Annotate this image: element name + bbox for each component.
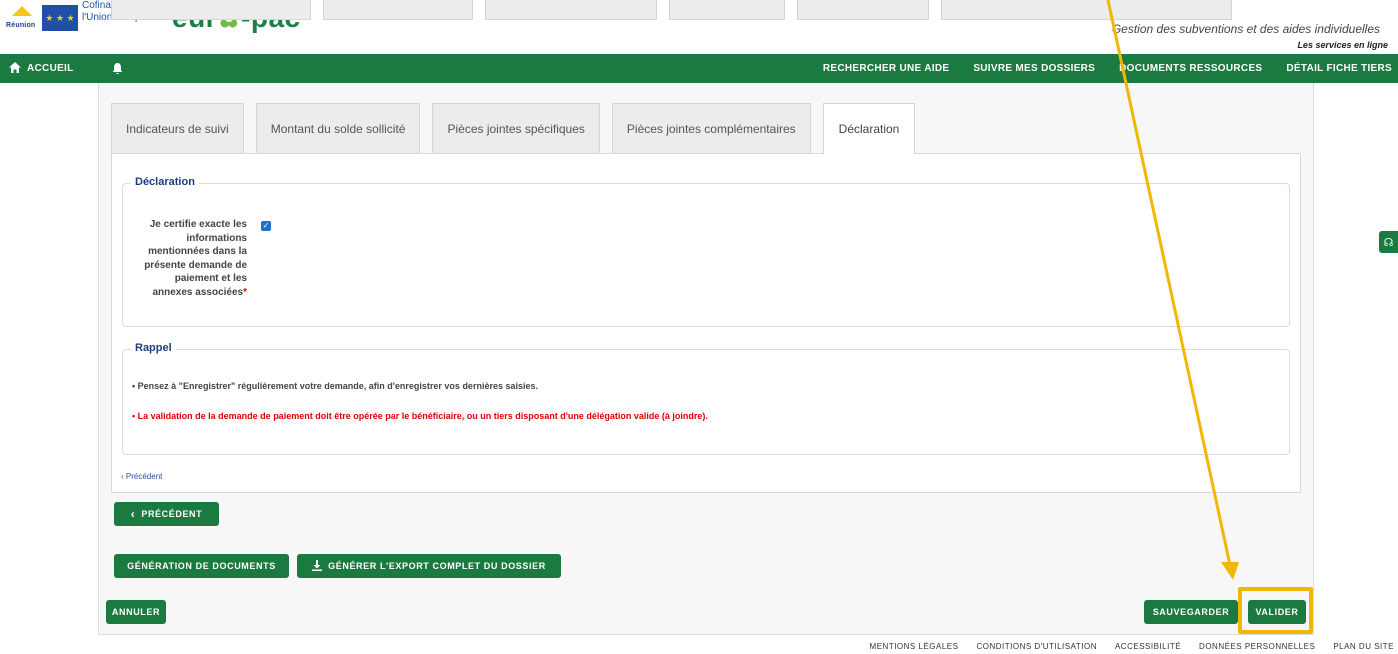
- footer-conditions[interactable]: CONDITIONS D'UTILISATION: [976, 642, 1097, 651]
- tab-montant-solde[interactable]: Montant du solde sollicité: [255, 103, 421, 154]
- footer-mentions-legales[interactable]: MENTIONS LÉGALES: [870, 642, 959, 651]
- export-dossier-button[interactable]: GÉNÉRER L'EXPORT COMPLET DU DOSSIER: [297, 554, 561, 578]
- site-subtagline: Les services en ligne: [1297, 40, 1388, 50]
- footer-donnees-personnelles[interactable]: DONNÉES PERSONNELLES: [1199, 642, 1315, 651]
- footer-plan-du-site[interactable]: PLAN DU SITE: [1333, 642, 1394, 651]
- site-tagline: Gestion des subventions et des aides ind…: [1111, 22, 1380, 36]
- tab-hidden[interactable]: [485, 0, 657, 20]
- headset-icon[interactable]: ☊: [1379, 231, 1398, 253]
- nav-rechercher-aide[interactable]: RECHERCHER UNE AIDE: [811, 63, 961, 74]
- nav-suivre-dossiers[interactable]: SUIVRE MES DOSSIERS: [961, 63, 1107, 74]
- chevron-left-icon: ‹: [130, 507, 136, 521]
- tab-declaration[interactable]: Déclaration: [822, 103, 916, 154]
- tab-indicateurs-suivi[interactable]: Indicateurs de suivi: [111, 103, 244, 154]
- home-icon: [9, 61, 21, 76]
- declaration-legend: Déclaration: [131, 176, 199, 188]
- main-navbar: ACCUEIL RECHERCHER UNE AIDE SUIVRE MES D…: [0, 54, 1398, 83]
- generation-documents-button[interactable]: GÉNÉRATION DE DOCUMENTS: [114, 554, 289, 578]
- reunion-logo: Réunion: [6, 6, 38, 34]
- rappel-info-text: • Pensez à "Enregistrer" régulièrement v…: [132, 381, 538, 391]
- tab-pieces-complementaires[interactable]: Pièces jointes complémentaires: [611, 103, 811, 154]
- nav-detail-fiche-tiers[interactable]: DÉTAIL FICHE TIERS: [1274, 63, 1398, 74]
- eu-flag-icon: ★ ★ ★: [42, 5, 78, 31]
- site-footer: MENTIONS LÉGALES CONDITIONS D'UTILISATIO…: [870, 642, 1394, 651]
- nav-links: RECHERCHER UNE AIDE SUIVRE MES DOSSIERS …: [811, 54, 1398, 83]
- declaration-fieldset: Déclaration Je certifie exacte les infor…: [122, 176, 1290, 327]
- tab-hidden[interactable]: [669, 0, 785, 20]
- valider-highlight-box: [1238, 587, 1313, 634]
- rappel-legend: Rappel: [131, 342, 176, 354]
- tab-hidden[interactable]: [797, 0, 929, 20]
- certification-checkbox[interactable]: ✓: [261, 221, 271, 231]
- previous-link[interactable]: ‹ Précédent: [121, 472, 162, 481]
- annuler-button[interactable]: ANNULER: [106, 600, 166, 624]
- bell-icon[interactable]: [112, 54, 123, 83]
- tab-hidden[interactable]: [323, 0, 473, 20]
- rappel-warning-text: • La validation de la demande de paiemen…: [132, 411, 708, 421]
- tab-pieces-specifiques[interactable]: Pièces jointes spécifiques: [432, 103, 600, 154]
- nav-documents-ressources[interactable]: DOCUMENTS RESSOURCES: [1107, 63, 1274, 74]
- chevron-left-icon: ‹: [121, 472, 124, 481]
- tab-hidden[interactable]: [941, 0, 1232, 20]
- nav-home[interactable]: ACCUEIL: [9, 54, 74, 83]
- tabs-row: Indicateurs de suivi Montant du solde so…: [111, 103, 916, 154]
- precedent-button[interactable]: ‹ PRÉCÉDENT: [114, 502, 219, 526]
- tab-hidden[interactable]: [111, 0, 311, 20]
- sauvegarder-button[interactable]: SAUVEGARDER: [1144, 600, 1238, 624]
- nav-home-label: ACCUEIL: [27, 63, 74, 74]
- footer-accessibilite[interactable]: ACCESSIBILITÉ: [1115, 642, 1181, 651]
- rappel-fieldset: Rappel • Pensez à "Enregistrer" régulièr…: [122, 342, 1290, 455]
- download-icon: [312, 559, 323, 573]
- tab-panel-declaration: Déclaration Je certifie exacte les infor…: [111, 153, 1301, 493]
- certification-label: Je certifie exacte les informations ment…: [144, 219, 247, 298]
